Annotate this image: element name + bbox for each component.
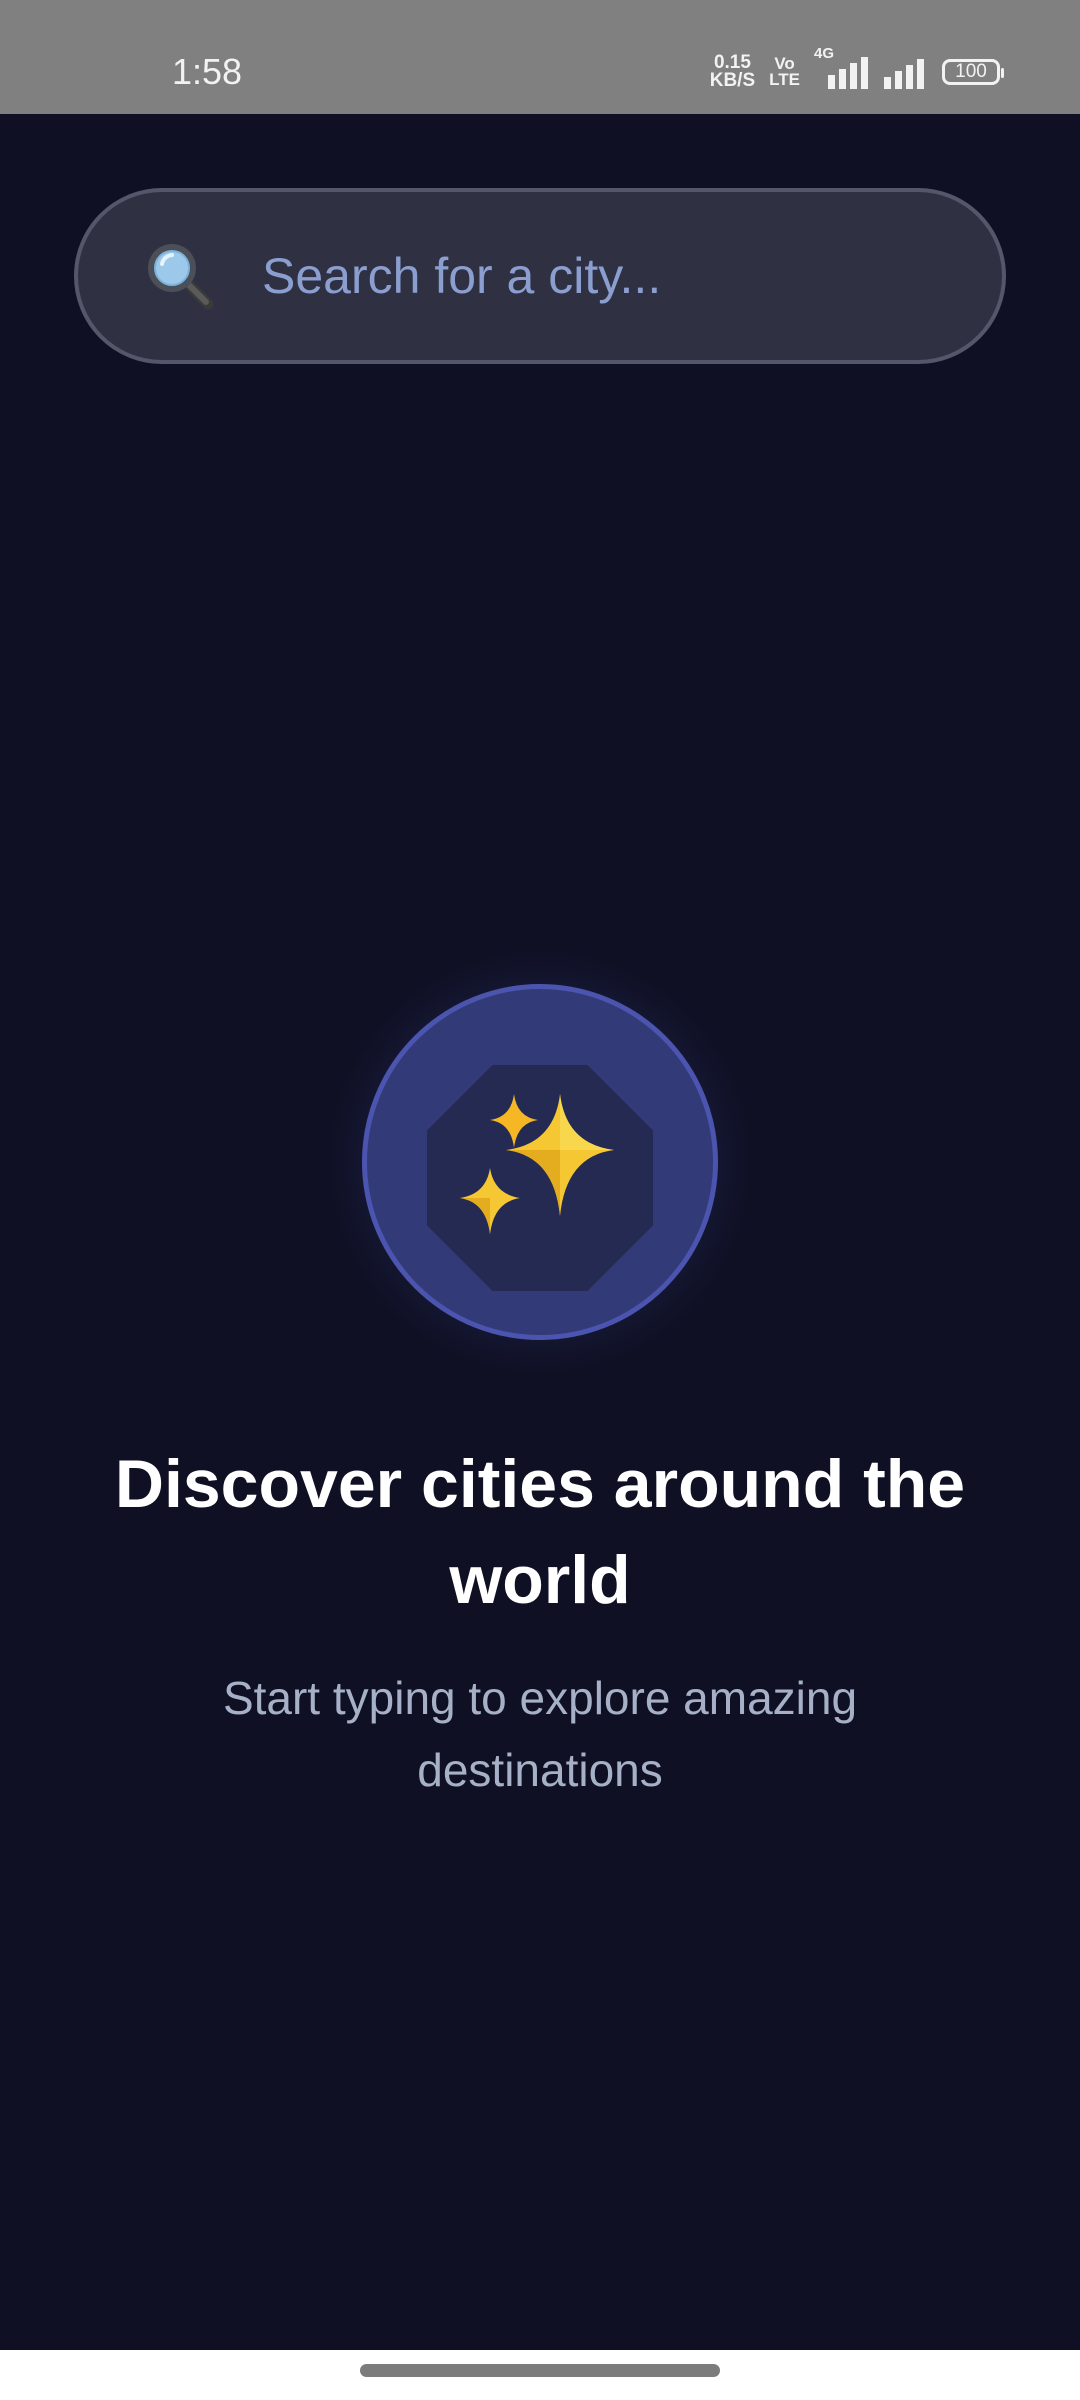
signal-bars-icon-secondary [884, 59, 924, 89]
app-screen: 1:58 0.15 KB/S Vo LTE 4G 100 Search for … [0, 0, 1080, 2400]
mobile-signal-4g: 4G [814, 45, 868, 89]
status-time: 1:58 [172, 51, 243, 92]
network-type-label: 4G [814, 45, 835, 62]
home-indicator[interactable] [360, 2364, 720, 2377]
network-speed-unit: KB/S [709, 70, 756, 91]
magnifying-glass-icon [148, 244, 214, 310]
volte-bottom-label: LTE [769, 70, 800, 89]
network-speed: 0.15 KB/S [709, 53, 756, 91]
battery-level: 100 [955, 61, 987, 82]
sparkles-icon [460, 1094, 614, 1234]
hero-subtitle: Start typing to explore amazing destinat… [222, 1672, 858, 1796]
battery-icon: 100 [942, 59, 1004, 85]
hero-title: Discover cities around the world [114, 1446, 966, 1618]
city-search-input[interactable] [260, 192, 962, 360]
status-indicators: 0.15 KB/S Vo LTE 4G 100 [709, 45, 1004, 94]
volte-indicator: Vo LTE [769, 55, 800, 89]
status-bar: 1:58 0.15 KB/S Vo LTE 4G 100 [0, 0, 1080, 114]
city-search-bar[interactable] [74, 188, 1006, 364]
